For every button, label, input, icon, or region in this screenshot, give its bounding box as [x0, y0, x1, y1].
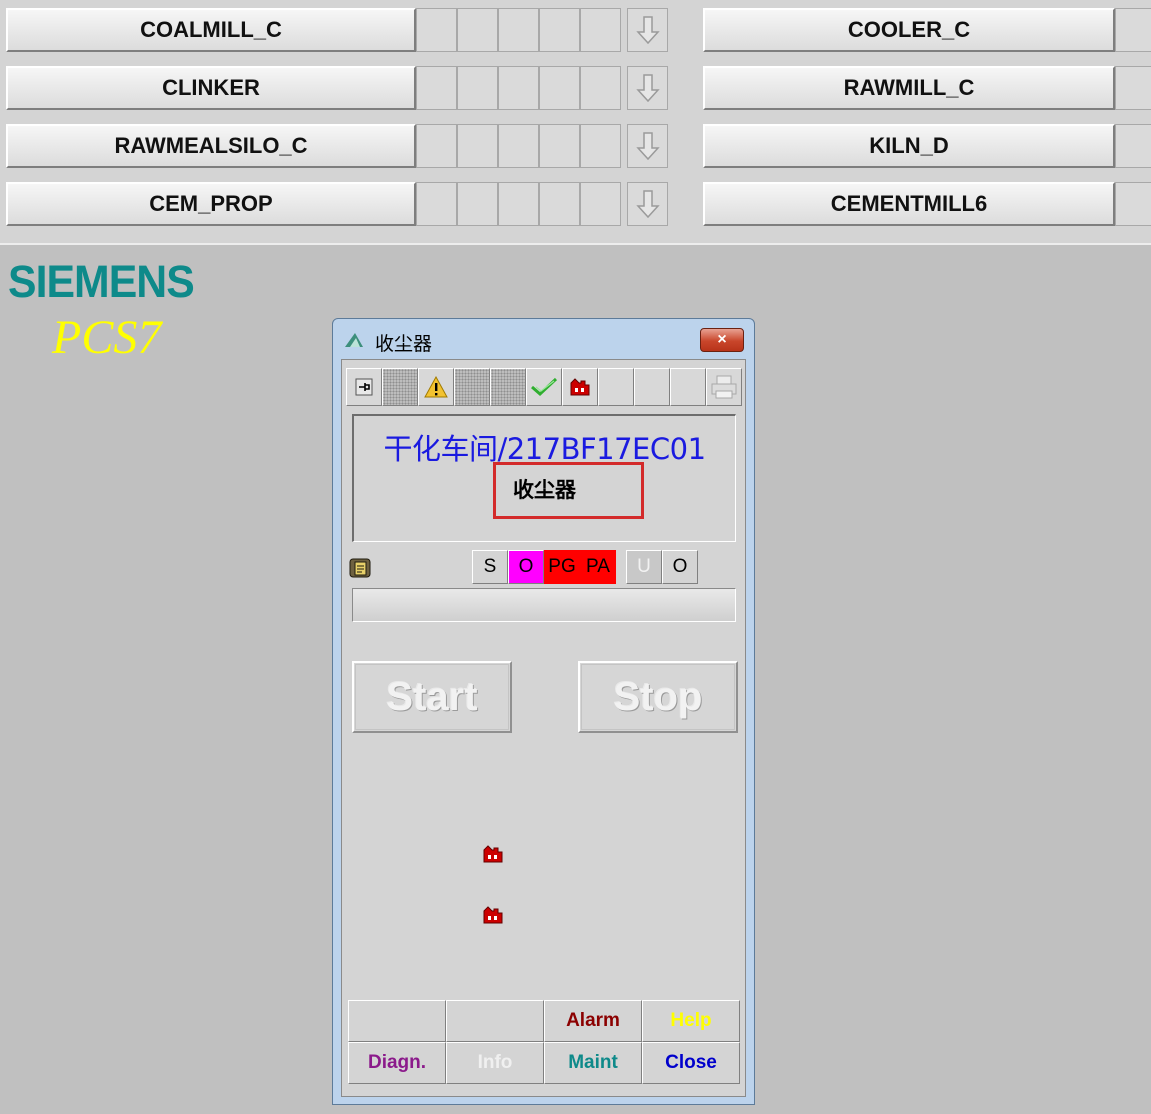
down-arrow-icon [635, 16, 660, 45]
flag-pa: PA [580, 550, 616, 584]
toolbar-blank-button[interactable] [598, 368, 634, 406]
stop-button[interactable]: Stop [578, 661, 738, 733]
flag-o: O [662, 550, 698, 584]
diagnostics-button[interactable]: Diagn. [348, 1042, 446, 1084]
acknowledge-button[interactable] [526, 368, 562, 406]
nav-row-2: CLINKER RAWMILL_C [6, 66, 1151, 110]
alarm-indicator-cell[interactable] [1115, 8, 1151, 52]
window-title: 收尘器 [375, 333, 433, 355]
down-arrow-icon [635, 132, 660, 161]
alarm-indicator-cell[interactable] [539, 124, 580, 168]
warning-button[interactable] [418, 368, 454, 406]
down-arrow-icon [635, 190, 660, 219]
factory-icon [482, 905, 504, 930]
toolbar-slot-disabled [490, 368, 526, 406]
nav-button-rawmealsilo-c[interactable]: RAWMEALSILO_C [6, 124, 416, 168]
nav-button-cooler-c[interactable]: COOLER_C [703, 8, 1115, 52]
maintenance-button[interactable]: Maint [544, 1042, 642, 1084]
pin-button[interactable] [346, 368, 382, 406]
alarm-indicator-cell[interactable] [580, 124, 621, 168]
nav-button-rawmill-c[interactable]: RAWMILL_C [703, 66, 1115, 110]
siemens-logo: SIEMENS [8, 256, 195, 307]
alarm-indicator-cell[interactable] [580, 182, 621, 226]
tag-info-panel: 干化车间/217BF17EC01 收尘器 [352, 414, 736, 542]
toolbar-slot-disabled [382, 368, 418, 406]
nav-row-1: COALMILL_C COOLER_C [6, 8, 1151, 52]
alarm-indicator-cell[interactable] [457, 66, 498, 110]
info-button[interactable]: Info [446, 1042, 544, 1084]
alarm-indicator-cell[interactable] [1115, 66, 1151, 110]
faceplate-body: 干化车间/217BF17EC01 收尘器 S O PG PA U O Start… [341, 359, 746, 1097]
highlight-box [493, 462, 644, 519]
alarm-indicator-cell[interactable] [539, 182, 580, 226]
alarm-indicator-cell[interactable] [416, 66, 457, 110]
close-button[interactable]: Close [642, 1042, 740, 1084]
faceplate-title-icon [343, 331, 365, 354]
factory-icon [482, 844, 504, 869]
factory-icon [570, 378, 590, 396]
alarm-indicator-cell[interactable] [498, 8, 539, 52]
faceplate-button-grid: Alarm Help Diagn. Info Maint Close [348, 1000, 742, 1086]
status-memo-icon[interactable] [348, 556, 374, 585]
down-arrow-button[interactable] [627, 66, 668, 110]
plant-view-button[interactable] [562, 368, 598, 406]
alarm-indicator-cell[interactable] [457, 182, 498, 226]
checkmark-icon [531, 377, 558, 397]
window-close-button[interactable]: × [700, 328, 744, 352]
flag-pg: PG [544, 550, 580, 584]
down-arrow-button[interactable] [627, 182, 668, 226]
alarm-indicator-cell[interactable] [498, 124, 539, 168]
pin-icon [355, 378, 373, 396]
alarm-indicator-cell[interactable] [1115, 124, 1151, 168]
toolbar-slot-disabled [454, 368, 490, 406]
flag-u: U [626, 550, 662, 584]
alarm-indicator-cell[interactable] [416, 124, 457, 168]
nav-button-coalmill-c[interactable]: COALMILL_C [6, 8, 416, 52]
faceplate-toolbar [346, 368, 742, 406]
alarm-indicator-cell[interactable] [416, 8, 457, 52]
grid-blank-button [348, 1000, 446, 1042]
toolbar-blank-button[interactable] [634, 368, 670, 406]
nav-button-cem-prop[interactable]: CEM_PROP [6, 182, 416, 226]
alarm-indicator-cell[interactable] [580, 8, 621, 52]
toolbar-blank-button[interactable] [670, 368, 706, 406]
alarm-indicator-cell[interactable] [580, 66, 621, 110]
alarm-indicator-cell[interactable] [498, 66, 539, 110]
alarm-indicator-cell[interactable] [457, 8, 498, 52]
flag-out-of-service: O [508, 550, 544, 584]
down-arrow-button[interactable] [627, 124, 668, 168]
area-navigation: COALMILL_C COOLER_C CLINKER RAWMILL_C RA… [0, 0, 1151, 245]
faceplate-window: 收尘器 × 干化车间/217BF17EC01 收尘器 S O PG PA U O… [332, 318, 755, 1105]
pcs7-logo: PCS7 [52, 311, 162, 364]
nav-button-clinker[interactable]: CLINKER [6, 66, 416, 110]
alarm-button[interactable]: Alarm [544, 1000, 642, 1042]
warning-icon [424, 375, 448, 398]
alarm-indicator-cell[interactable] [1115, 182, 1151, 226]
alarm-indicator-cell[interactable] [498, 182, 539, 226]
nav-row-4: CEM_PROP CEMENTMILL6 [6, 182, 1151, 226]
window-titlebar[interactable]: 收尘器 × [333, 319, 754, 359]
alarm-indicator-cell[interactable] [539, 66, 580, 110]
print-icon [711, 375, 737, 399]
help-button[interactable]: Help [642, 1000, 740, 1042]
alarm-indicator-cell[interactable] [539, 8, 580, 52]
nav-button-kiln-d[interactable]: KILN_D [703, 124, 1115, 168]
flag-simulation: S [472, 550, 508, 584]
nav-row-3: RAWMEALSILO_C KILN_D [6, 124, 1151, 168]
nav-button-cementmill6[interactable]: CEMENTMILL6 [703, 182, 1115, 226]
start-button[interactable]: Start [352, 661, 512, 733]
status-bar [352, 588, 736, 622]
down-arrow-icon [635, 74, 660, 103]
alarm-indicator-cell[interactable] [457, 124, 498, 168]
grid-blank-button [446, 1000, 544, 1042]
print-button[interactable] [706, 368, 742, 406]
down-arrow-button[interactable] [627, 8, 668, 52]
alarm-indicator-cell[interactable] [416, 182, 457, 226]
